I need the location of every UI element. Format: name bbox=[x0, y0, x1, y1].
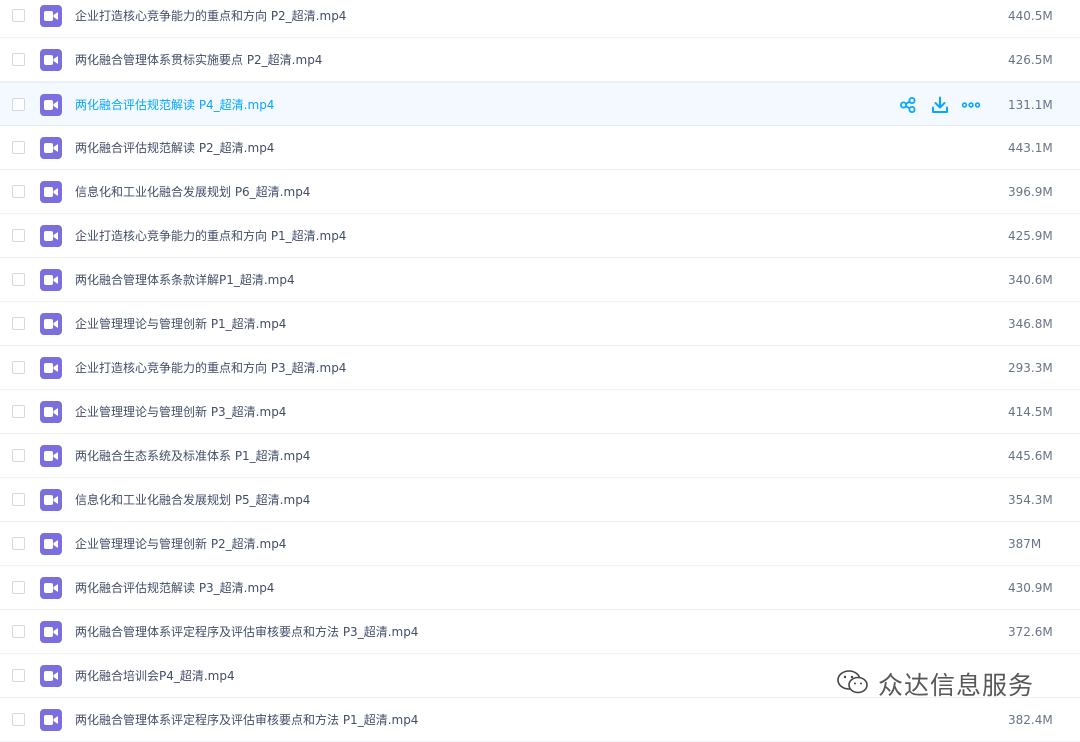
list-item[interactable]: 两化融合生态系统及标准体系 P1_超清.mp4 445.6M bbox=[0, 434, 1080, 478]
file-list: 企业打造核心竞争能力的重点和方向 P2_超清.mp4 440.5M 两化融合管理… bbox=[0, 0, 1080, 742]
video-file-icon bbox=[40, 313, 62, 335]
row-checkbox[interactable] bbox=[12, 449, 25, 462]
file-name[interactable]: 信息化和工业化融合发展规划 P5_超清.mp4 bbox=[75, 478, 310, 522]
video-file-icon bbox=[40, 357, 62, 379]
video-file-icon bbox=[40, 445, 62, 467]
file-name[interactable]: 两化融合管理体系评定程序及评估审核要点和方法 P3_超清.mp4 bbox=[75, 610, 418, 654]
list-item[interactable]: 企业打造核心竞争能力的重点和方向 P3_超清.mp4 293.3M bbox=[0, 346, 1080, 390]
row-checkbox[interactable] bbox=[12, 185, 25, 198]
list-item[interactable]: 信息化和工业化融合发展规划 P6_超清.mp4 396.9M bbox=[0, 170, 1080, 214]
file-name[interactable]: 两化融合管理体系评定程序及评估审核要点和方法 P1_超清.mp4 bbox=[75, 698, 418, 742]
file-name[interactable]: 两化融合管理体系贯标实施要点 P2_超清.mp4 bbox=[75, 38, 322, 82]
list-item[interactable]: 两化融合管理体系条款详解P1_超清.mp4 340.6M bbox=[0, 258, 1080, 302]
row-checkbox[interactable] bbox=[12, 405, 25, 418]
file-name[interactable]: 信息化和工业化融合发展规划 P6_超清.mp4 bbox=[75, 170, 310, 214]
video-file-icon bbox=[40, 269, 62, 291]
video-file-icon bbox=[40, 5, 62, 27]
file-size: 382.4M bbox=[1008, 713, 1053, 727]
file-size: 372.6M bbox=[1008, 625, 1053, 639]
list-item[interactable]: 两化融合培训会P4_超清.mp4 bbox=[0, 654, 1080, 698]
row-checkbox[interactable] bbox=[12, 98, 25, 111]
video-file-icon bbox=[40, 665, 62, 687]
list-item[interactable]: 企业管理理论与管理创新 P1_超清.mp4 346.8M bbox=[0, 302, 1080, 346]
file-name[interactable]: 企业打造核心竞争能力的重点和方向 P2_超清.mp4 bbox=[75, 0, 346, 38]
row-checkbox[interactable] bbox=[12, 537, 25, 550]
video-file-icon bbox=[40, 94, 62, 116]
file-name[interactable]: 企业管理理论与管理创新 P3_超清.mp4 bbox=[75, 390, 286, 434]
list-item[interactable]: 企业打造核心竞争能力的重点和方向 P2_超清.mp4 440.5M bbox=[0, 0, 1080, 38]
list-item[interactable]: 两化融合管理体系评定程序及评估审核要点和方法 P1_超清.mp4 382.4M bbox=[0, 698, 1080, 742]
video-file-icon bbox=[40, 225, 62, 247]
share-icon[interactable] bbox=[898, 95, 918, 115]
file-size: 354.3M bbox=[1008, 493, 1053, 507]
file-name[interactable]: 两化融合评估规范解读 P2_超清.mp4 bbox=[75, 126, 274, 170]
video-file-icon bbox=[40, 577, 62, 599]
row-checkbox[interactable] bbox=[12, 669, 25, 682]
list-item[interactable]: 两化融合管理体系评定程序及评估审核要点和方法 P3_超清.mp4 372.6M bbox=[0, 610, 1080, 654]
list-item[interactable]: 两化融合评估规范解读 P4_超清.mp4 131.1M bbox=[0, 82, 1080, 126]
list-item[interactable]: 信息化和工业化融合发展规划 P5_超清.mp4 354.3M bbox=[0, 478, 1080, 522]
file-size: 430.9M bbox=[1008, 581, 1053, 595]
list-item[interactable]: 企业管理理论与管理创新 P2_超清.mp4 387M bbox=[0, 522, 1080, 566]
file-name[interactable]: 两化融合管理体系条款详解P1_超清.mp4 bbox=[75, 258, 295, 302]
row-checkbox[interactable] bbox=[12, 581, 25, 594]
file-name[interactable]: 企业打造核心竞争能力的重点和方向 P3_超清.mp4 bbox=[75, 346, 346, 390]
file-size: 440.5M bbox=[1008, 9, 1053, 23]
file-size: 414.5M bbox=[1008, 405, 1053, 419]
file-size: 340.6M bbox=[1008, 273, 1053, 287]
video-file-icon bbox=[40, 709, 62, 731]
row-actions bbox=[898, 95, 988, 115]
file-name[interactable]: 两化融合评估规范解读 P4_超清.mp4 bbox=[75, 83, 274, 127]
file-size: 346.8M bbox=[1008, 317, 1053, 331]
download-icon[interactable] bbox=[930, 95, 950, 115]
list-item[interactable]: 两化融合管理体系贯标实施要点 P2_超清.mp4 426.5M bbox=[0, 38, 1080, 82]
row-checkbox[interactable] bbox=[12, 625, 25, 638]
video-file-icon bbox=[40, 621, 62, 643]
row-checkbox[interactable] bbox=[12, 361, 25, 374]
video-file-icon bbox=[40, 533, 62, 555]
list-item[interactable]: 企业打造核心竞争能力的重点和方向 P1_超清.mp4 425.9M bbox=[0, 214, 1080, 258]
file-size: 425.9M bbox=[1008, 229, 1053, 243]
list-item[interactable]: 两化融合评估规范解读 P3_超清.mp4 430.9M bbox=[0, 566, 1080, 610]
file-name[interactable]: 两化融合生态系统及标准体系 P1_超清.mp4 bbox=[75, 434, 310, 478]
row-checkbox[interactable] bbox=[12, 141, 25, 154]
file-name[interactable]: 企业打造核心竞争能力的重点和方向 P1_超清.mp4 bbox=[75, 214, 346, 258]
file-size: 131.1M bbox=[1008, 98, 1053, 112]
video-file-icon bbox=[40, 489, 62, 511]
file-size: 443.1M bbox=[1008, 141, 1053, 155]
row-checkbox[interactable] bbox=[12, 317, 25, 330]
video-file-icon bbox=[40, 401, 62, 423]
file-size: 293.3M bbox=[1008, 361, 1053, 375]
more-icon[interactable] bbox=[961, 95, 981, 115]
file-name[interactable]: 两化融合培训会P4_超清.mp4 bbox=[75, 654, 235, 698]
video-file-icon bbox=[40, 181, 62, 203]
row-checkbox[interactable] bbox=[12, 493, 25, 506]
row-checkbox[interactable] bbox=[12, 53, 25, 66]
row-checkbox[interactable] bbox=[12, 9, 25, 22]
row-checkbox[interactable] bbox=[12, 273, 25, 286]
row-checkbox[interactable] bbox=[12, 229, 25, 242]
file-size: 396.9M bbox=[1008, 185, 1053, 199]
list-item[interactable]: 企业管理理论与管理创新 P3_超清.mp4 414.5M bbox=[0, 390, 1080, 434]
video-file-icon bbox=[40, 137, 62, 159]
row-checkbox[interactable] bbox=[12, 713, 25, 726]
file-name[interactable]: 企业管理理论与管理创新 P1_超清.mp4 bbox=[75, 302, 286, 346]
video-file-icon bbox=[40, 49, 62, 71]
file-size: 387M bbox=[1008, 537, 1042, 551]
list-item[interactable]: 两化融合评估规范解读 P2_超清.mp4 443.1M bbox=[0, 126, 1080, 170]
file-size: 426.5M bbox=[1008, 53, 1053, 67]
file-name[interactable]: 企业管理理论与管理创新 P2_超清.mp4 bbox=[75, 522, 286, 566]
file-size: 445.6M bbox=[1008, 449, 1053, 463]
file-name[interactable]: 两化融合评估规范解读 P3_超清.mp4 bbox=[75, 566, 274, 610]
